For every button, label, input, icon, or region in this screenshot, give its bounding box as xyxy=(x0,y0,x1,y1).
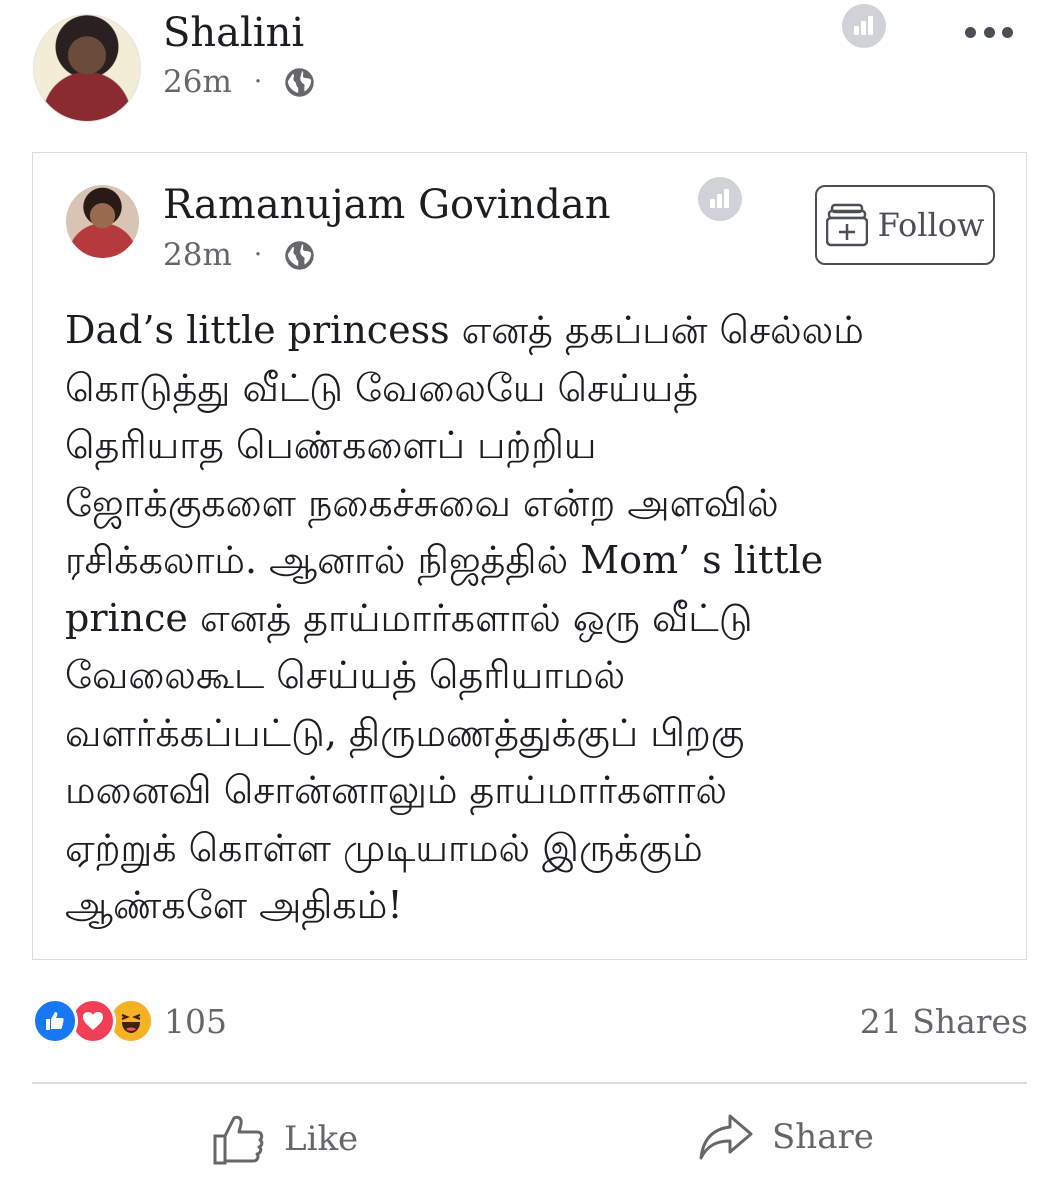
stats-icon[interactable] xyxy=(698,177,742,221)
follow-icon xyxy=(825,203,868,247)
stats-icon[interactable] xyxy=(842,4,886,48)
reactions-summary[interactable]: 105 xyxy=(32,998,227,1044)
globe-icon xyxy=(285,67,314,97)
meta-separator: · xyxy=(253,240,263,270)
share-label: Share xyxy=(772,1117,874,1157)
shared-author-avatar[interactable] xyxy=(66,185,139,258)
shared-post-time[interactable]: 28m xyxy=(163,237,232,273)
follow-button[interactable]: Follow xyxy=(815,185,995,265)
divider xyxy=(32,1082,1027,1084)
share-arrow-icon xyxy=(699,1114,753,1160)
share-button[interactable]: Share xyxy=(698,1112,874,1162)
shared-author-name[interactable]: Ramanujam Govindan xyxy=(163,182,610,228)
post-meta: 26m · xyxy=(163,64,315,100)
author-name[interactable]: Shalini xyxy=(163,10,304,56)
meta-separator: · xyxy=(253,67,263,97)
more-options-icon[interactable] xyxy=(965,24,1013,40)
globe-icon xyxy=(285,240,314,270)
like-reaction-icon xyxy=(32,998,78,1044)
shares-count[interactable]: 21 Shares xyxy=(860,1002,1028,1041)
thumbs-up-icon xyxy=(213,1115,264,1165)
author-avatar[interactable] xyxy=(33,14,141,122)
shared-post-meta: 28m · xyxy=(163,237,315,273)
post-time[interactable]: 26m xyxy=(163,64,232,100)
like-label: Like xyxy=(284,1119,359,1159)
follow-label: Follow xyxy=(877,206,985,244)
reaction-count: 105 xyxy=(164,1001,227,1041)
post-body-text: Dad’s little princess எனத் தகப்பன் செல்ல… xyxy=(65,308,864,927)
like-button[interactable]: Like xyxy=(212,1112,358,1166)
